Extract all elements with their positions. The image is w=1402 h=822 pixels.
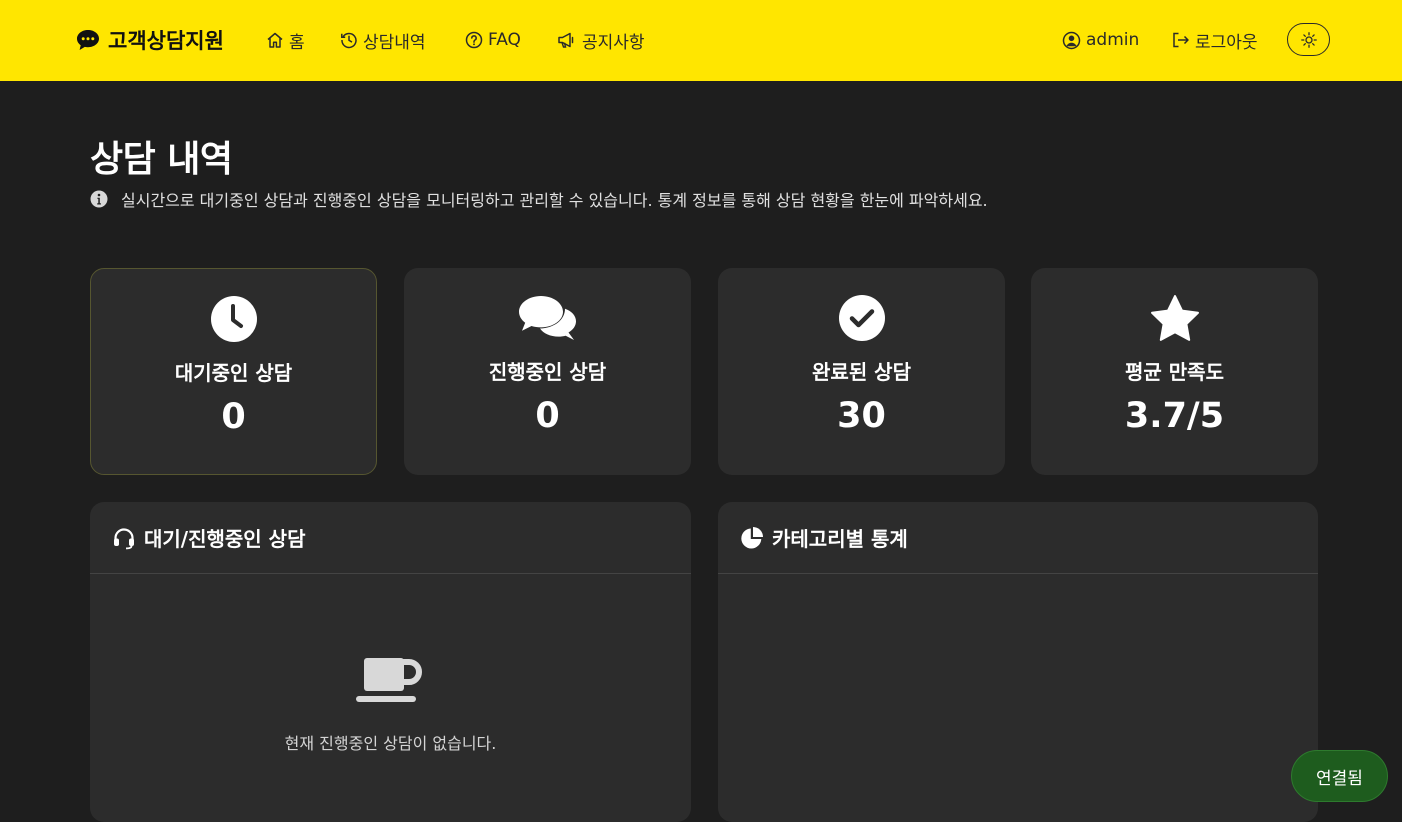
nav-notice[interactable]: 공지사항 xyxy=(557,26,645,54)
nav-user[interactable]: admin xyxy=(1062,26,1139,54)
logout-button[interactable]: 로그아웃 xyxy=(1171,26,1258,54)
page-description-text: 실시간으로 대기중인 상담과 진행중인 상담을 모니터링하고 관리할 수 있습니… xyxy=(121,191,988,210)
active-consultations-panel: 대기/진행중인 상담 현재 진행중인 상담이 없습니다. xyxy=(90,502,691,822)
home-icon xyxy=(267,32,283,48)
chat-bubbles-icon xyxy=(518,296,576,340)
panel-header: 대기/진행중인 상담 xyxy=(90,502,691,574)
stat-card-completed: 완료된 상담 30 xyxy=(718,268,1005,475)
clock-icon xyxy=(210,296,257,342)
nav-faq-label: FAQ xyxy=(488,30,521,50)
brand-name: 고객상담지원 xyxy=(108,29,224,53)
logout-label: 로그아웃 xyxy=(1195,32,1258,53)
theme-toggle-button[interactable] xyxy=(1287,23,1330,56)
stat-card-waiting: 대기중인 상담 0 xyxy=(90,268,377,475)
sun-icon xyxy=(1300,31,1317,48)
stat-label: 진행중인 상담 xyxy=(488,360,607,384)
page-description: 실시간으로 대기중인 상담과 진행중인 상담을 모니터링하고 관리할 수 있습니… xyxy=(90,187,988,211)
history-icon xyxy=(341,32,357,49)
panel-title: 카테고리별 통계 xyxy=(772,527,908,551)
user-circle-icon xyxy=(1062,31,1081,49)
nav-notice-label: 공지사항 xyxy=(582,32,645,53)
megaphone-icon xyxy=(558,32,574,48)
panel-title: 대기/진행중인 상담 xyxy=(144,527,306,551)
connection-status-badge: 연결됨 xyxy=(1291,750,1388,802)
nav-home[interactable]: 홈 xyxy=(266,26,305,54)
pie-chart-icon xyxy=(741,526,763,548)
chat-bubble-icon xyxy=(77,30,99,50)
stat-label: 평균 만족도 xyxy=(1125,360,1224,384)
stat-card-satisfaction: 평균 만족도 3.7/5 xyxy=(1031,268,1318,475)
page-title: 상담 내역 xyxy=(90,139,233,180)
stat-label: 완료된 상담 xyxy=(812,360,911,384)
brand-logo[interactable]: 고객상담지원 xyxy=(76,24,224,56)
check-circle-icon xyxy=(838,295,885,341)
star-icon xyxy=(1150,295,1199,341)
coffee-cup-icon xyxy=(356,658,422,702)
stat-card-in-progress: 진행중인 상담 0 xyxy=(404,268,691,475)
question-circle-icon xyxy=(465,31,483,49)
nav-faq[interactable]: FAQ xyxy=(465,26,521,54)
stat-value: 30 xyxy=(837,396,886,436)
info-icon xyxy=(90,190,108,208)
stat-label: 대기중인 상담 xyxy=(174,361,293,385)
nav-user-label: admin xyxy=(1086,30,1140,50)
top-navbar: 고객상담지원 홈 상담내역 FAQ 공지사항 admin 로그아웃 xyxy=(0,0,1402,81)
stat-value: 3.7/5 xyxy=(1124,396,1225,436)
panel-header: 카테고리별 통계 xyxy=(718,502,1318,574)
empty-state-text: 현재 진행중인 상담이 없습니다. xyxy=(284,734,497,753)
nav-history-label: 상담내역 xyxy=(363,32,426,53)
stat-value: 0 xyxy=(221,397,246,437)
headset-icon xyxy=(114,527,134,549)
category-stats-panel: 카테고리별 통계 xyxy=(718,502,1318,822)
logout-icon xyxy=(1173,32,1189,48)
nav-home-label: 홈 xyxy=(289,32,305,53)
stat-value: 0 xyxy=(535,396,560,436)
nav-history[interactable]: 상담내역 xyxy=(340,26,426,54)
